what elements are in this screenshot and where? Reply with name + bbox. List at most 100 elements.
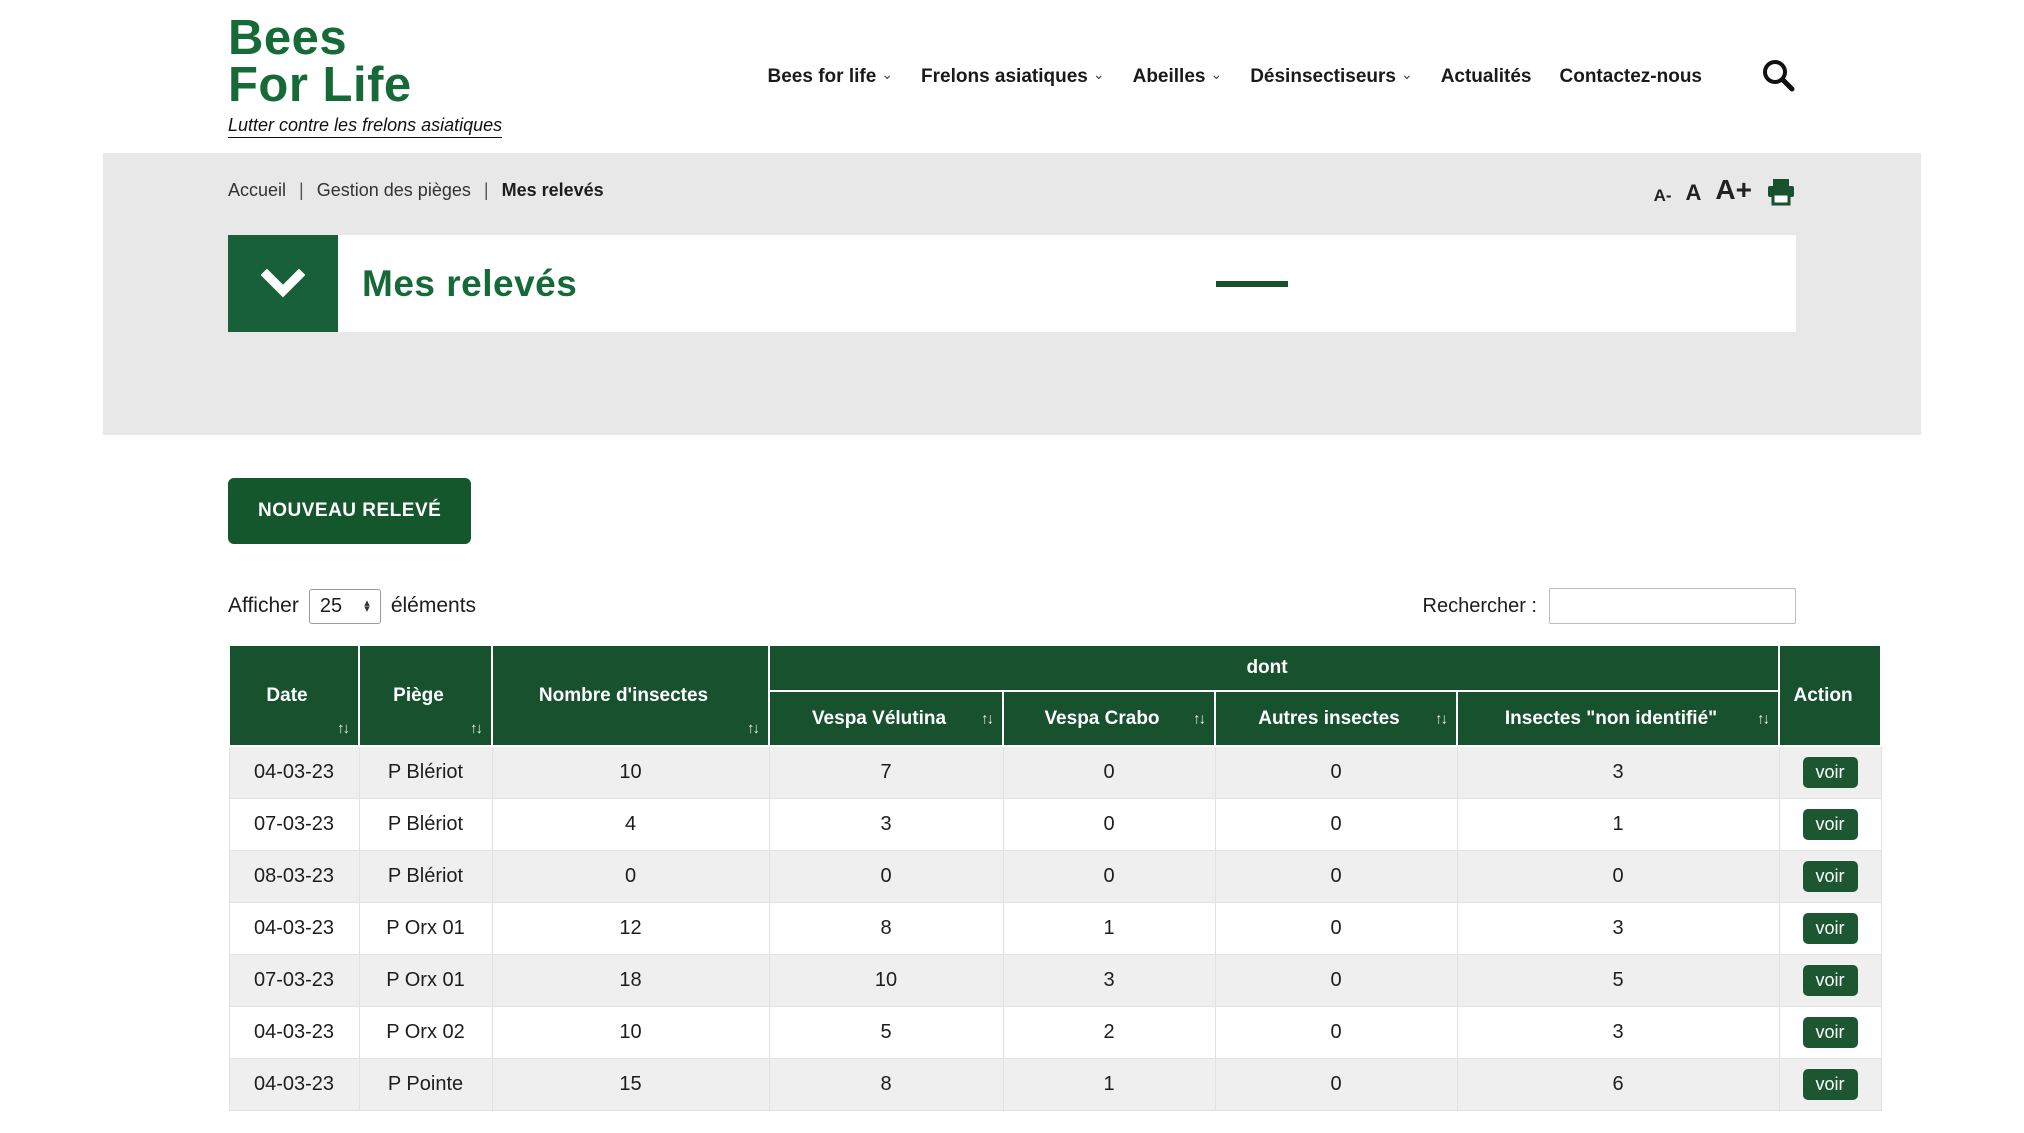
cell-autres: 0	[1215, 746, 1457, 798]
chevron-down-icon: ⌄	[1093, 66, 1105, 83]
col-header-date[interactable]: Date ↑↓	[229, 645, 359, 746]
col-header-autres-insectes[interactable]: Autres insectes ↑↓	[1215, 691, 1457, 746]
nav-item-label: Bees for life	[768, 66, 877, 88]
col-label: dont	[1246, 657, 1287, 678]
releves-table: Date ↑↓ Piège ↑↓ Nombre d'insectes ↑↓ do…	[228, 644, 1882, 1111]
cell-autres: 0	[1215, 1058, 1457, 1110]
nav-item-label: Actualités	[1441, 66, 1532, 88]
page-length-control: Afficher 25 ▴▾ éléments	[228, 589, 476, 624]
collapse-chevron-button[interactable]	[228, 235, 338, 332]
nav-item-bees-for-life[interactable]: Bees for life ⌄	[768, 66, 894, 88]
voir-button[interactable]: voir	[1803, 1017, 1858, 1048]
cell-crabo: 3	[1003, 954, 1215, 1006]
cell-crabo: 0	[1003, 798, 1215, 850]
breadcrumb-band: Accueil | Gestion des pièges | Mes relev…	[103, 153, 1921, 435]
col-label: Action	[1793, 685, 1852, 706]
show-label: Afficher	[228, 594, 299, 618]
main-content: NOUVEAU RELEVÉ Afficher 25 ▴▾ éléments R…	[103, 435, 1921, 1111]
col-header-non-identifie[interactable]: Insectes "non identifié" ↑↓	[1457, 691, 1779, 746]
cell-crabo: 2	[1003, 1006, 1215, 1058]
breadcrumb-accueil[interactable]: Accueil	[228, 180, 286, 200]
cell-nombre: 18	[492, 954, 769, 1006]
nav-item-label: Contactez-nous	[1560, 66, 1703, 88]
cell-action: voir	[1779, 798, 1881, 850]
cell-velutina: 8	[769, 1058, 1003, 1110]
logo-line1: Bees	[228, 15, 502, 62]
search-input[interactable]	[1549, 588, 1796, 624]
cell-velutina: 8	[769, 902, 1003, 954]
site-header: Bees For Life Lutter contre les frelons …	[103, 0, 1921, 153]
breadcrumb-separator: |	[484, 180, 489, 200]
cell-nombre: 4	[492, 798, 769, 850]
table-row: 04-03-23 P Orx 01 12 8 1 0 3 voir	[229, 902, 1881, 954]
cell-date: 04-03-23	[229, 746, 359, 798]
cell-crabo: 0	[1003, 746, 1215, 798]
cell-date: 07-03-23	[229, 954, 359, 1006]
cell-non-identifie: 6	[1457, 1058, 1779, 1110]
voir-button[interactable]: voir	[1803, 757, 1858, 788]
nav-item-contactez-nous[interactable]: Contactez-nous	[1560, 66, 1703, 88]
nav-item-label: Abeilles	[1133, 66, 1206, 88]
sort-icon: ↑↓	[1757, 710, 1768, 727]
sort-icon: ↑↓	[337, 720, 348, 737]
logo[interactable]: Bees For Life Lutter contre les frelons …	[228, 15, 502, 137]
table-row: 04-03-23 P Orx 02 10 5 2 0 3 voir	[229, 1006, 1881, 1058]
nav-item-label: Frelons asiatiques	[921, 66, 1088, 88]
page-title-banner: Mes relevés	[228, 235, 1796, 332]
nav-item-abeilles[interactable]: Abeilles ⌄	[1133, 66, 1223, 88]
nav-item-desinsectiseurs[interactable]: Désinsectiseurs ⌄	[1250, 66, 1412, 88]
nav-item-label: Désinsectiseurs	[1250, 66, 1396, 88]
page-title: Mes relevés	[362, 263, 577, 305]
voir-button[interactable]: voir	[1803, 913, 1858, 944]
nav-item-actualites[interactable]: Actualités	[1441, 66, 1532, 88]
cell-nombre: 15	[492, 1058, 769, 1110]
voir-button[interactable]: voir	[1803, 1069, 1858, 1100]
cell-autres: 0	[1215, 850, 1457, 902]
search-label: Rechercher :	[1423, 595, 1538, 618]
font-increase-button[interactable]: A+	[1715, 174, 1752, 206]
cell-nombre: 10	[492, 746, 769, 798]
sort-icon: ↑↓	[470, 720, 481, 737]
breadcrumb-current: Mes relevés	[502, 180, 604, 200]
cell-non-identifie: 1	[1457, 798, 1779, 850]
table-row: 04-03-23 P Pointe 15 8 1 0 6 voir	[229, 1058, 1881, 1110]
cell-action: voir	[1779, 850, 1881, 902]
cell-non-identifie: 0	[1457, 850, 1779, 902]
font-normal-button[interactable]: A	[1686, 180, 1702, 206]
col-header-vespa-velutina[interactable]: Vespa Vélutina ↑↓	[769, 691, 1003, 746]
breadcrumb-gestion-pieges[interactable]: Gestion des pièges	[317, 180, 471, 200]
col-header-action: Action	[1779, 645, 1881, 746]
col-label: Autres insectes	[1258, 708, 1400, 729]
font-decrease-button[interactable]: A-	[1654, 186, 1672, 206]
col-label: Nombre d'insectes	[539, 685, 708, 706]
cell-nombre: 0	[492, 850, 769, 902]
col-group-dont: dont	[769, 645, 1779, 691]
voir-button[interactable]: voir	[1803, 861, 1858, 892]
table-row: 08-03-23 P Blériot 0 0 0 0 0 voir	[229, 850, 1881, 902]
col-header-nombre-insectes[interactable]: Nombre d'insectes ↑↓	[492, 645, 769, 746]
search-button[interactable]	[1760, 57, 1796, 96]
font-size-controls: A- A A+	[1654, 174, 1796, 206]
voir-button[interactable]: voir	[1803, 965, 1858, 996]
col-header-piege[interactable]: Piège ↑↓	[359, 645, 492, 746]
cell-non-identifie: 5	[1457, 954, 1779, 1006]
page: Bees For Life Lutter contre les frelons …	[103, 0, 1921, 1111]
cell-date: 04-03-23	[229, 1058, 359, 1110]
chevron-down-icon: ⌄	[1210, 66, 1222, 83]
cell-date: 07-03-23	[229, 798, 359, 850]
cell-date: 04-03-23	[229, 1006, 359, 1058]
new-releve-button[interactable]: NOUVEAU RELEVÉ	[228, 478, 471, 544]
cell-crabo: 0	[1003, 850, 1215, 902]
cell-autres: 0	[1215, 902, 1457, 954]
print-button[interactable]	[1766, 178, 1796, 206]
cell-autres: 0	[1215, 798, 1457, 850]
voir-button[interactable]: voir	[1803, 809, 1858, 840]
cell-velutina: 10	[769, 954, 1003, 1006]
nav-item-frelons-asiatiques[interactable]: Frelons asiatiques ⌄	[921, 66, 1105, 88]
page-length-select[interactable]: 25 ▴▾	[309, 589, 381, 624]
table-controls: Afficher 25 ▴▾ éléments Rechercher :	[228, 586, 1796, 626]
col-header-vespa-crabo[interactable]: Vespa Crabo ↑↓	[1003, 691, 1215, 746]
cell-nombre: 10	[492, 1006, 769, 1058]
cell-velutina: 3	[769, 798, 1003, 850]
cell-velutina: 5	[769, 1006, 1003, 1058]
